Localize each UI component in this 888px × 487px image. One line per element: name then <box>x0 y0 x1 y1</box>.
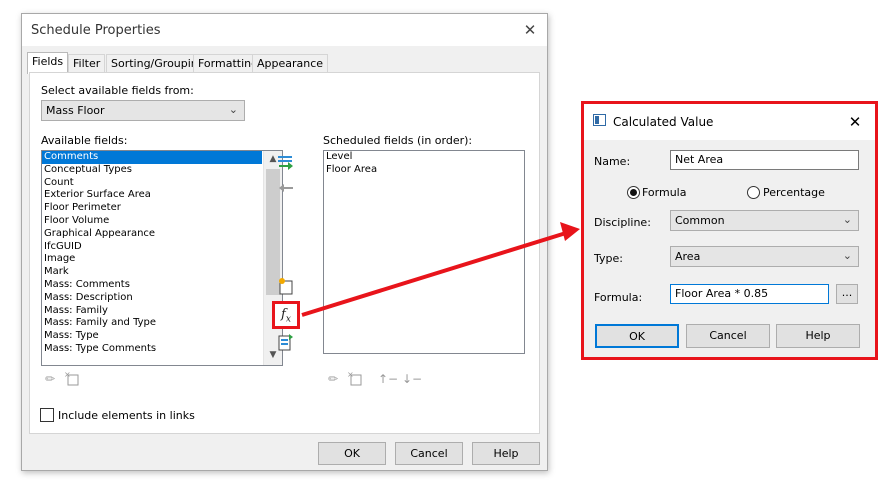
move-down-icon[interactable]: ↓− <box>402 371 422 387</box>
scheduled-fields-items: Level Floor Area <box>324 151 524 177</box>
tab-fields[interactable]: Fields <box>27 52 69 74</box>
name-label: Name: <box>594 155 631 168</box>
scheduled-fields-list[interactable]: Level Floor Area <box>323 150 525 354</box>
percentage-radio-label: Percentage <box>763 186 825 199</box>
tab-appearance[interactable]: Appearance <box>252 54 329 73</box>
scheduled-fields-label: Scheduled fields (in order): <box>323 134 473 147</box>
list-item[interactable]: Floor Area <box>324 164 524 177</box>
title-bar: Calculated Value ✕ <box>584 104 875 140</box>
combine-parameters-icon[interactable] <box>276 333 296 353</box>
chevron-down-icon: ⌄ <box>228 103 238 116</box>
percentage-radio[interactable] <box>747 186 760 199</box>
list-item[interactable]: Mass: Family and Type <box>42 317 262 330</box>
list-item[interactable]: Mass: Family <box>42 305 262 318</box>
cancel-button[interactable]: Cancel <box>686 324 770 348</box>
discipline-value: Common <box>675 214 725 227</box>
discipline-label: Discipline: <box>594 216 651 229</box>
fx-icon[interactable]: fx <box>272 301 300 329</box>
include-links-label: Include elements in links <box>58 409 195 422</box>
list-item[interactable]: Mass: Description <box>42 292 262 305</box>
list-item[interactable]: Graphical Appearance <box>42 228 262 241</box>
select-from-dropdown[interactable]: Mass Floor ⌄ <box>41 100 245 121</box>
formula-radio[interactable] <box>627 186 640 199</box>
available-fields-label: Available fields: <box>41 134 128 147</box>
help-button[interactable]: Help <box>776 324 860 348</box>
list-item[interactable]: Mass: Type <box>42 330 262 343</box>
available-fields-items: Comments Conceptual Types Count Exterior Su… <box>42 151 262 356</box>
list-item[interactable]: Mark <box>42 266 262 279</box>
select-from-value: Mass Floor <box>46 104 105 117</box>
tab-filter[interactable]: Filter <box>68 54 106 73</box>
cancel-button[interactable]: Cancel <box>395 442 463 465</box>
list-item[interactable]: Count <box>42 177 262 190</box>
list-item[interactable]: Level <box>324 151 524 164</box>
add-parameter-icon[interactable] <box>276 154 296 174</box>
move-up-icon[interactable]: ↑− <box>378 371 398 387</box>
calculated-value-dialog: Calculated Value ✕ Name: Net Area Formul… <box>581 101 878 360</box>
list-item[interactable]: Comments <box>42 151 262 164</box>
chevron-down-icon: ⌄ <box>842 249 852 262</box>
ok-button[interactable]: OK <box>595 324 679 348</box>
edit-pencil-icon[interactable]: ✏ <box>325 371 341 387</box>
formula-label: Formula: <box>594 291 643 304</box>
list-item[interactable]: Exterior Surface Area <box>42 189 262 202</box>
browse-formula-button[interactable]: ... <box>836 284 858 304</box>
include-links-checkbox[interactable] <box>40 408 54 422</box>
type-dropdown[interactable]: Area ⌄ <box>670 246 859 267</box>
dialog-title: Calculated Value <box>613 115 714 129</box>
list-item[interactable]: Image <box>42 253 262 266</box>
list-item[interactable]: Conceptual Types <box>42 164 262 177</box>
list-item[interactable]: Mass: Comments <box>42 279 262 292</box>
formula-field[interactable]: Floor Area * 0.85 <box>670 284 829 304</box>
chevron-down-icon: ⌄ <box>842 213 852 226</box>
title-bar: Schedule Properties ✕ <box>22 14 547 46</box>
ok-button[interactable]: OK <box>318 442 386 465</box>
list-item[interactable]: IfcGUID <box>42 241 262 254</box>
name-field[interactable]: Net Area <box>670 150 859 170</box>
discipline-dropdown[interactable]: Common ⌄ <box>670 210 859 231</box>
new-parameter-icon[interactable] <box>276 277 296 297</box>
dialog-title: Schedule Properties <box>31 23 161 38</box>
close-icon[interactable]: ✕ <box>519 19 541 41</box>
delete-icon[interactable]: × <box>64 370 80 386</box>
formula-radio-label: Formula <box>642 186 687 199</box>
list-item[interactable]: Floor Volume <box>42 215 262 228</box>
delete-icon[interactable]: × <box>347 370 363 386</box>
close-icon[interactable]: ✕ <box>844 112 866 132</box>
list-item[interactable]: Mass: Type Comments <box>42 343 262 356</box>
schedule-properties-dialog: Schedule Properties ✕ Fields Filter Sort… <box>21 13 548 471</box>
app-icon <box>593 114 606 126</box>
edit-pencil-icon[interactable]: ✏ <box>42 371 58 387</box>
list-item[interactable]: Floor Perimeter <box>42 202 262 215</box>
remove-parameter-icon[interactable] <box>276 181 296 201</box>
type-value: Area <box>675 250 701 263</box>
type-label: Type: <box>594 252 623 265</box>
select-from-label: Select available fields from: <box>41 84 194 97</box>
available-fields-list[interactable]: Comments Conceptual Types Count Exterior Su… <box>41 150 283 366</box>
help-button[interactable]: Help <box>472 442 540 465</box>
callout-arrowhead <box>560 222 580 241</box>
